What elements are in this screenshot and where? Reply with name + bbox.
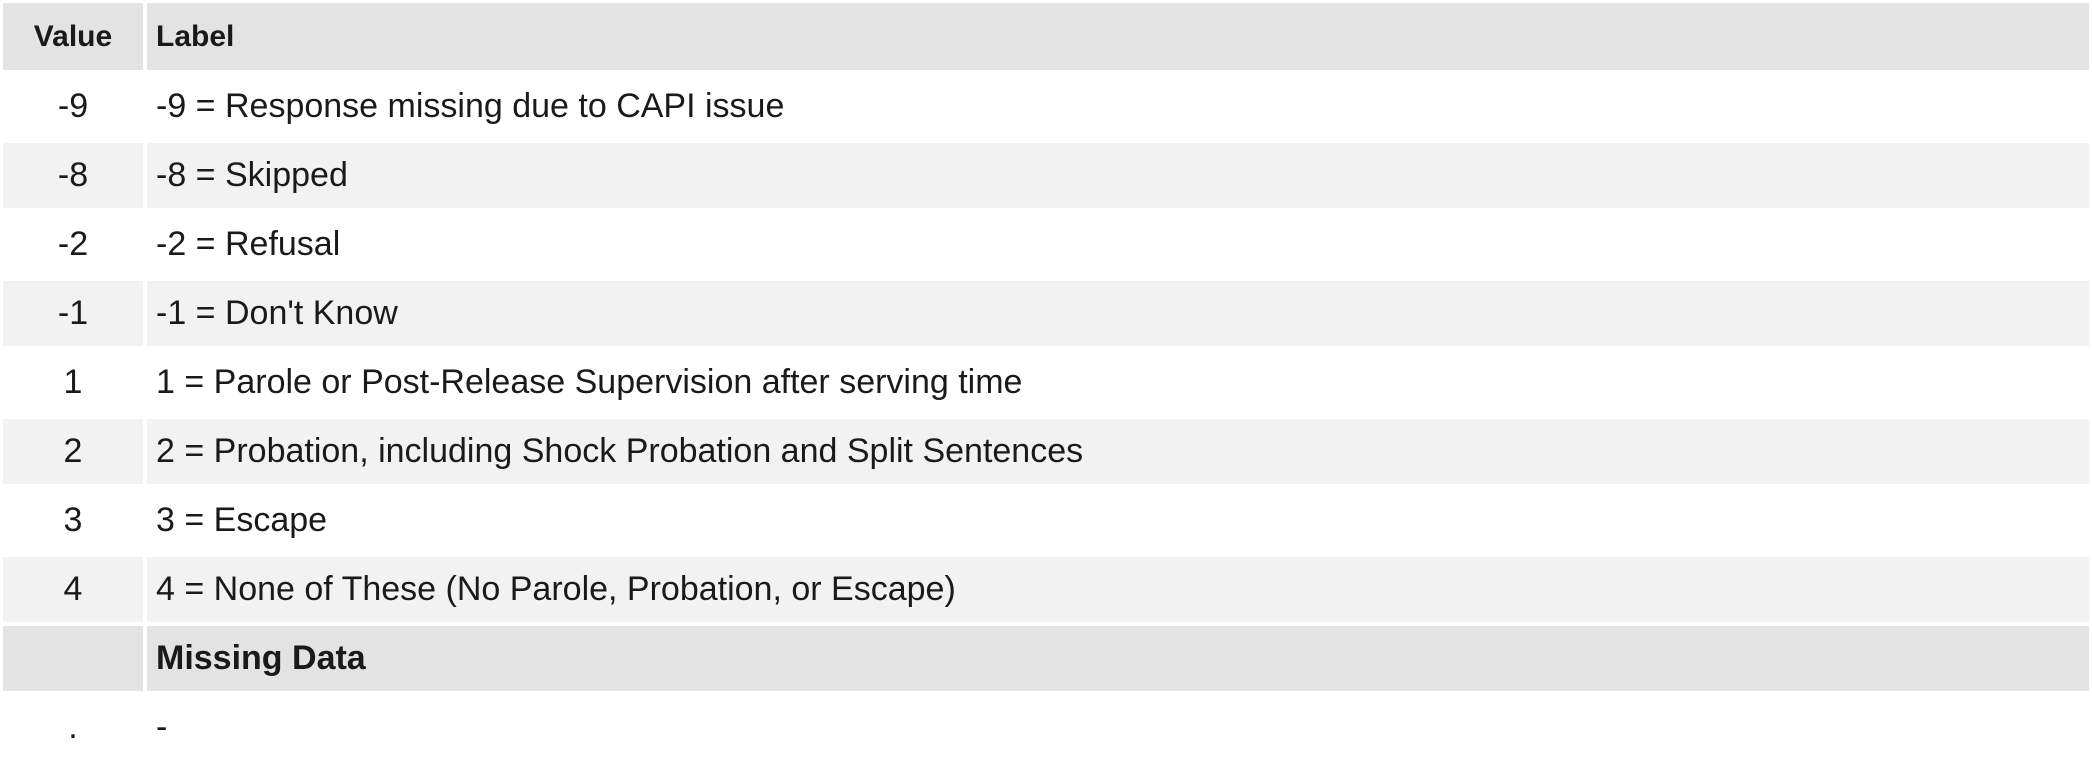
value-cell: -2 xyxy=(3,212,143,277)
value-cell: 1 xyxy=(3,350,143,415)
value-label-table: Value Label -9 -9 = Response missing due… xyxy=(3,3,2089,762)
table-header-row: Value Label xyxy=(3,3,2089,72)
value-cell: -8 xyxy=(3,143,143,208)
table-row: . - xyxy=(3,693,2089,762)
label-cell: -8 = Skipped xyxy=(147,143,2089,208)
value-column-header: Value xyxy=(3,3,143,70)
label-cell: 3 = Escape xyxy=(147,488,2089,553)
value-cell: -1 xyxy=(3,281,143,346)
label-cell: -9 = Response missing due to CAPI issue xyxy=(147,74,2089,139)
table-row: 4 4 = None of These (No Parole, Probatio… xyxy=(3,555,2089,624)
table-row: -1 -1 = Don't Know xyxy=(3,279,2089,348)
section-value-cell xyxy=(3,626,143,691)
label-cell: 4 = None of These (No Parole, Probation,… xyxy=(147,557,2089,622)
value-cell: 4 xyxy=(3,557,143,622)
label-cell: 2 = Probation, including Shock Probation… xyxy=(147,419,2089,484)
label-cell: -2 = Refusal xyxy=(147,212,2089,277)
table-row: 2 2 = Probation, including Shock Probati… xyxy=(3,417,2089,486)
label-column-header: Label xyxy=(147,3,2089,70)
value-cell: 3 xyxy=(3,488,143,553)
label-cell: -1 = Don't Know xyxy=(147,281,2089,346)
table-row: -8 -8 = Skipped xyxy=(3,141,2089,210)
label-cell: 1 = Parole or Post-Release Supervision a… xyxy=(147,350,2089,415)
table-row: -9 -9 = Response missing due to CAPI iss… xyxy=(3,72,2089,141)
label-cell: - xyxy=(147,695,2089,760)
missing-data-section-header: Missing Data xyxy=(3,624,2089,693)
value-cell: 2 xyxy=(3,419,143,484)
value-cell: -9 xyxy=(3,74,143,139)
table-row: 3 3 = Escape xyxy=(3,486,2089,555)
table-row: 1 1 = Parole or Post-Release Supervision… xyxy=(3,348,2089,417)
section-title: Missing Data xyxy=(147,626,2089,691)
value-cell: . xyxy=(3,695,143,760)
table-row: -2 -2 = Refusal xyxy=(3,210,2089,279)
